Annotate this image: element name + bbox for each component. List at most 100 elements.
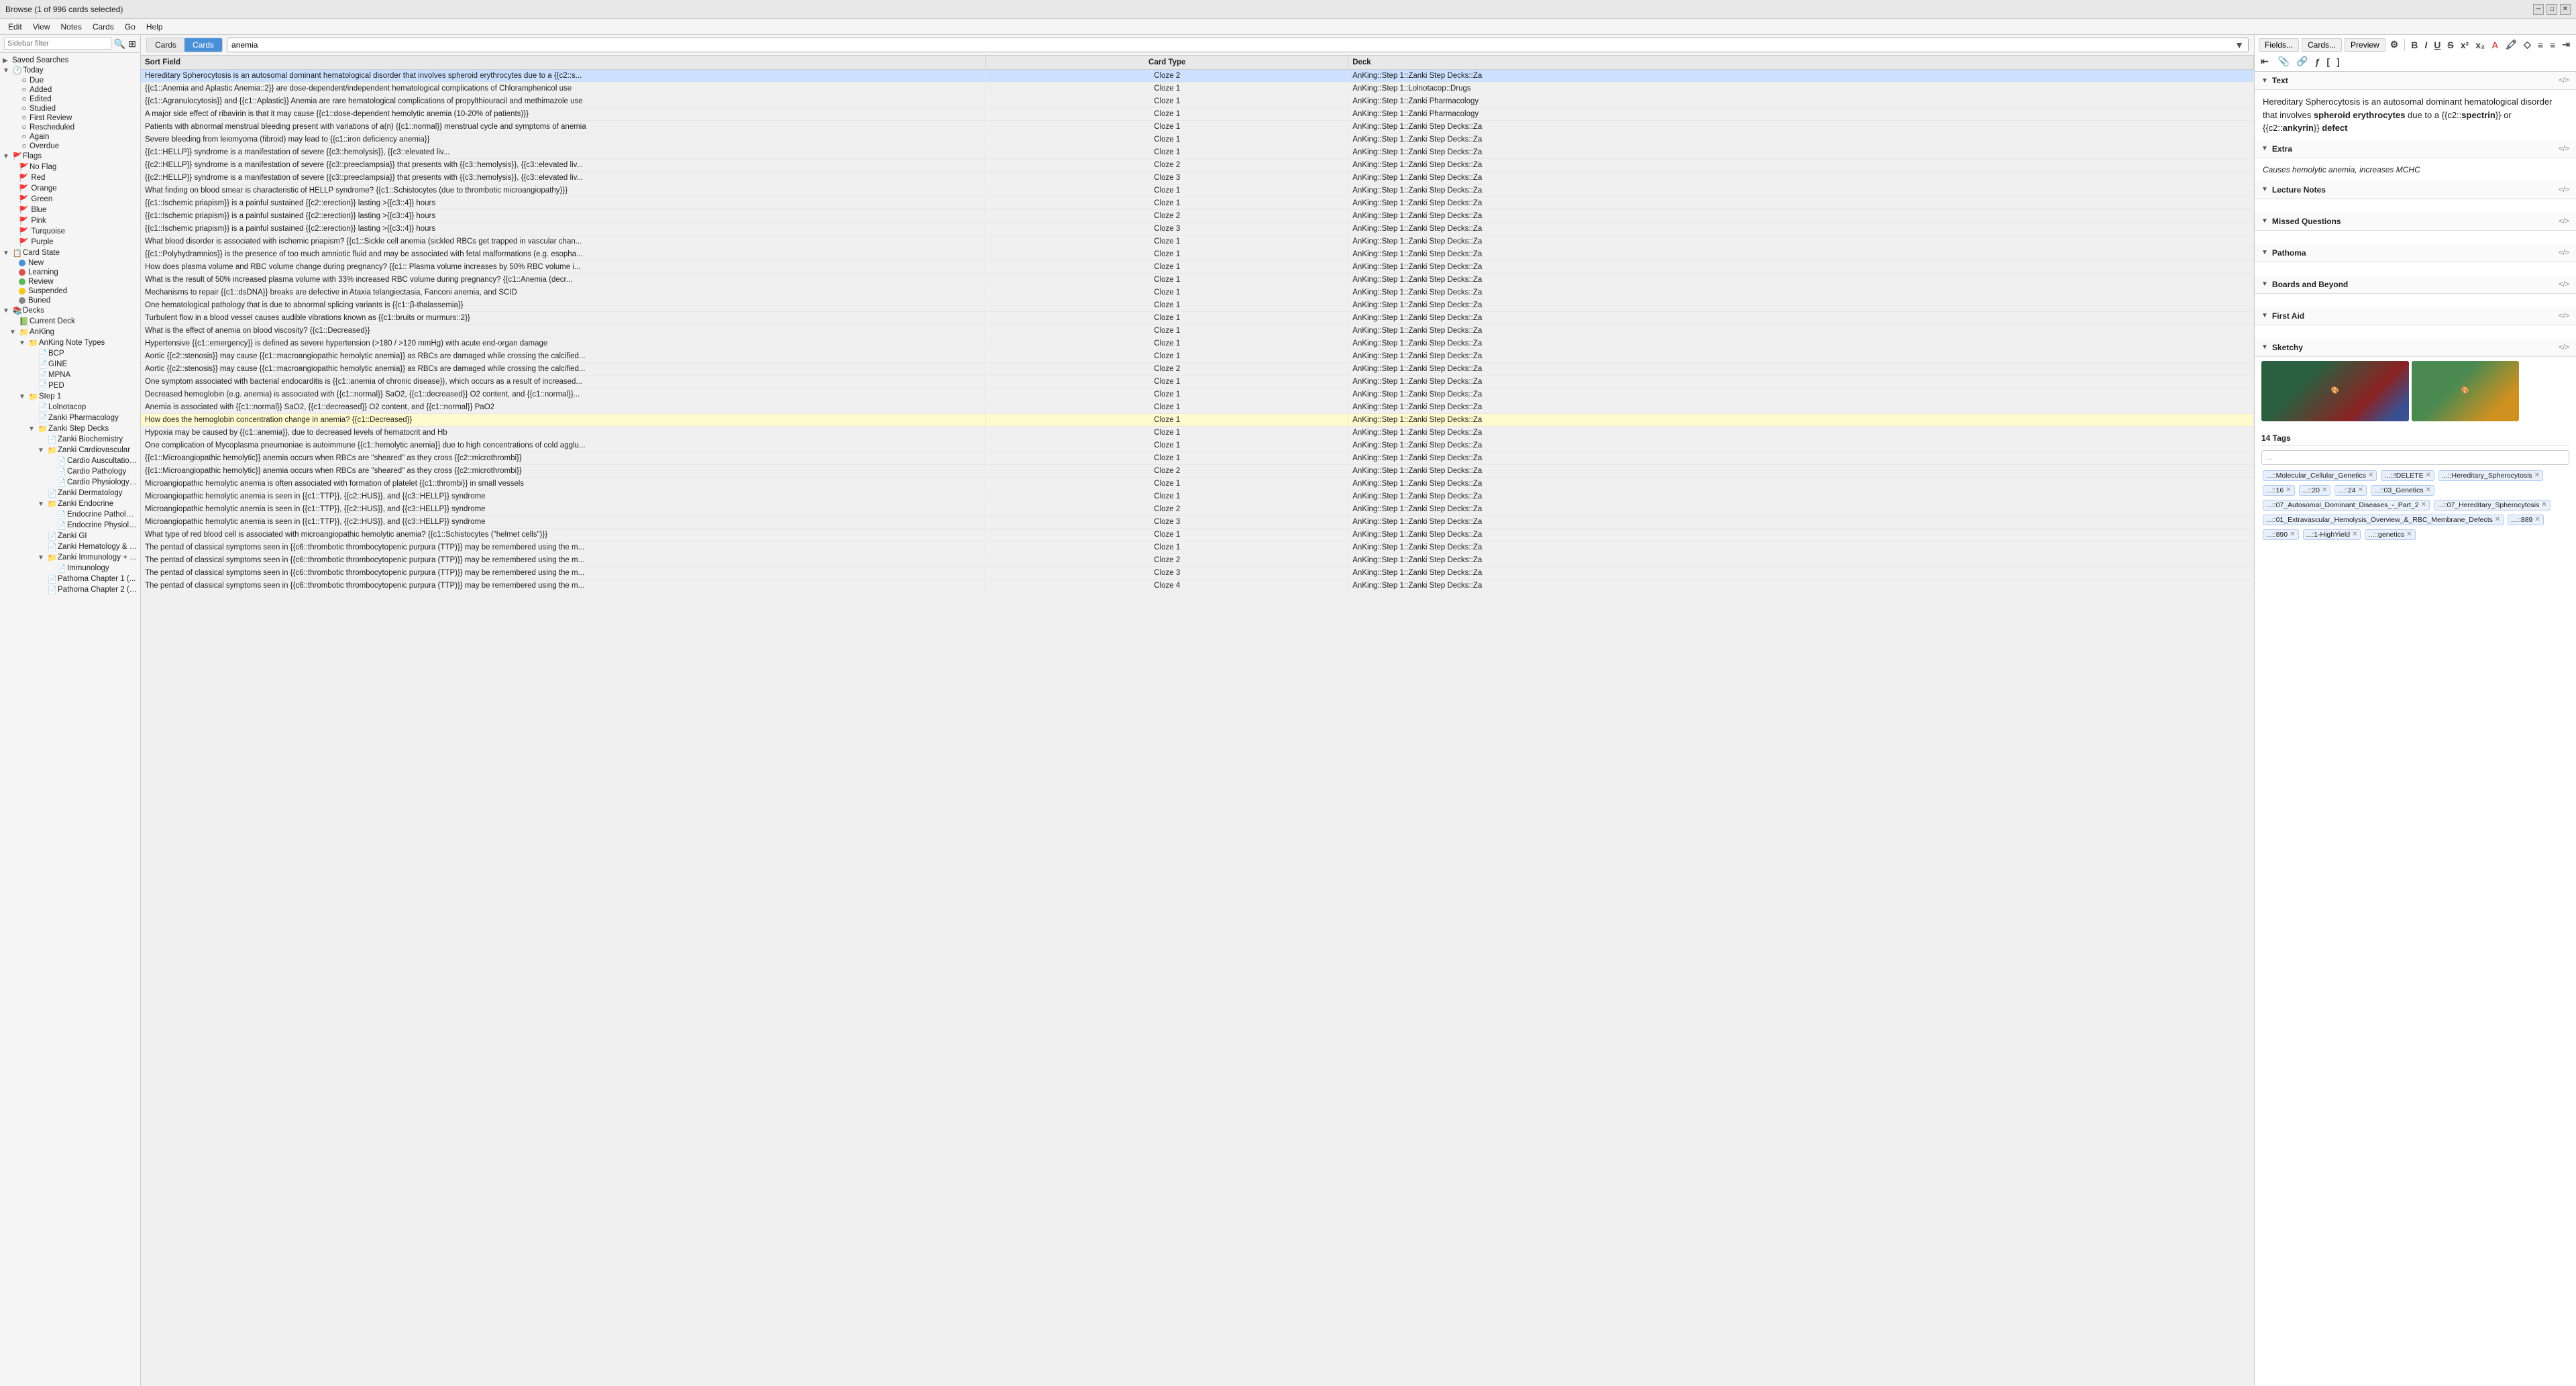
tag-chip[interactable]: ...::20✕	[2299, 485, 2331, 496]
table-row[interactable]: Hypoxia may be caused by {{c1::anemia}},…	[141, 427, 2254, 439]
tag-remove-icon[interactable]: ✕	[2368, 472, 2373, 479]
table-row[interactable]: Turbulent flow in a blood vessel causes …	[141, 312, 2254, 325]
list-unordered-icon[interactable]: ≡	[2548, 38, 2557, 52]
menu-cards[interactable]: Cards	[87, 21, 119, 33]
toggle-tab-left[interactable]: Cards	[147, 38, 184, 52]
sidebar-item-current-deck[interactable]: 📗 Current Deck	[0, 316, 140, 327]
sidebar-item-decks[interactable]: ▼ 📚 Decks	[0, 305, 140, 316]
fields-button[interactable]: Fields...	[2259, 38, 2299, 52]
table-row[interactable]: Microangiopathic hemolytic anemia is see…	[141, 490, 2254, 503]
sidebar-item-learning[interactable]: Learning	[0, 268, 140, 277]
sidebar-item-mpna[interactable]: 📄 MPNA	[0, 370, 140, 380]
table-row[interactable]: Microangiopathic hemolytic anemia is see…	[141, 503, 2254, 516]
tag-chip[interactable]: ...:1-HighYield✕	[2303, 529, 2361, 540]
menu-notes[interactable]: Notes	[55, 21, 87, 33]
table-row[interactable]: The pentad of classical symptoms seen in…	[141, 580, 2254, 592]
table-row[interactable]: Mechanisms to repair {{c1::dsDNA}} break…	[141, 286, 2254, 299]
sidebar-item-rescheduled[interactable]: ○ Rescheduled	[0, 123, 140, 132]
sidebar-item-green[interactable]: 🚩 Green	[0, 194, 140, 205]
minimize-button[interactable]: ─	[2533, 4, 2544, 15]
sidebar-item-turquoise[interactable]: 🚩 Turquoise	[0, 226, 140, 237]
extra-section-header[interactable]: ▼ Extra </>	[2255, 140, 2576, 158]
table-row[interactable]: Hereditary Spherocytosis is an autosomal…	[141, 70, 2254, 83]
sidebar-filter-input[interactable]	[4, 38, 111, 50]
sidebar-item-pink[interactable]: 🚩 Pink	[0, 215, 140, 226]
attach-icon[interactable]: 📎	[2276, 54, 2292, 68]
sidebar-item-endocrine-physiology[interactable]: 📄 Endocrine Physiology	[0, 520, 140, 531]
table-row[interactable]: Severe bleeding from leiomyoma (fibroid)…	[141, 134, 2254, 146]
list-ordered-icon[interactable]: ≡	[2536, 38, 2545, 52]
menu-go[interactable]: Go	[119, 21, 141, 33]
tag-remove-icon[interactable]: ✕	[2358, 486, 2363, 494]
search-dropdown-icon[interactable]: ▼	[2235, 40, 2244, 50]
maximize-button[interactable]: □	[2546, 4, 2557, 15]
sidebar-item-zanki-dermatology[interactable]: 📄 Zanki Dermatology	[0, 488, 140, 498]
sidebar-item-cardio-pathology[interactable]: 📄 Cardio Pathology	[0, 466, 140, 477]
table-row[interactable]: One symptom associated with bacterial en…	[141, 376, 2254, 388]
tag-chip[interactable]: ...::Molecular_Cellular_Genetics✕	[2263, 470, 2377, 481]
table-row[interactable]: Anemia is associated with {{c1::normal}}…	[141, 401, 2254, 414]
tag-chip[interactable]: ...::16✕	[2263, 485, 2295, 496]
first-aid-section-header[interactable]: ▼ First Aid </>	[2255, 307, 2576, 325]
text-section-header[interactable]: ▼ Text </>	[2255, 72, 2576, 90]
sidebar-item-due[interactable]: ○ Due	[0, 76, 140, 85]
filter-icon[interactable]: ⊞	[128, 38, 136, 50]
boards-beyond-section-header[interactable]: ▼ Boards and Beyond </>	[2255, 276, 2576, 294]
sidebar-item-gine[interactable]: 📄 GINE	[0, 359, 140, 370]
sidebar-item-today[interactable]: ▼ 🕐 Today	[0, 65, 140, 76]
sidebar-item-saved-searches[interactable]: ▶ Saved Searches	[0, 56, 140, 65]
sidebar-item-red[interactable]: 🚩 Red	[0, 172, 140, 183]
close-button[interactable]: ✕	[2560, 4, 2571, 15]
sidebar-item-zanki-cardiovascular[interactable]: ▼ 📁 Zanki Cardiovascular	[0, 445, 140, 456]
html-toggle-icon[interactable]: </>	[2559, 217, 2569, 225]
tag-chip[interactable]: ...::Hereditary_Spherocytosis✕	[2438, 470, 2543, 481]
table-row[interactable]: {{c1::HELLP}} syndrome is a manifestatio…	[141, 146, 2254, 159]
sidebar-item-lolnotacop[interactable]: 📄 Lolnotacop	[0, 402, 140, 413]
bracket-close-icon[interactable]: ]	[2334, 55, 2342, 68]
gear-icon[interactable]: ⚙	[2388, 38, 2401, 52]
table-row[interactable]: A major side effect of ribavirin is that…	[141, 108, 2254, 121]
table-row[interactable]: The pentad of classical symptoms seen in…	[141, 554, 2254, 567]
col-header-card-type[interactable]: Card Type	[986, 56, 1348, 70]
search-input[interactable]	[231, 40, 2235, 50]
sidebar-item-no-flag[interactable]: 🚩 No Flag	[0, 162, 140, 172]
table-row[interactable]: {{c1::Ischemic priapism}} is a painful s…	[141, 197, 2254, 210]
highlight-icon[interactable]: 🖍	[2503, 38, 2519, 52]
table-row[interactable]: Hypertensive {{c1::emergency}} is define…	[141, 337, 2254, 350]
table-row[interactable]: Microangiopathic hemolytic anemia is oft…	[141, 478, 2254, 490]
table-row[interactable]: How does plasma volume and RBC volume ch…	[141, 261, 2254, 274]
table-row[interactable]: {{c1::Polyhydramnios}} is the presence o…	[141, 248, 2254, 261]
menu-help[interactable]: Help	[141, 21, 168, 33]
cards-button[interactable]: Cards...	[2302, 38, 2342, 52]
tag-chip[interactable]: ...::889✕	[2508, 515, 2544, 525]
sidebar-item-zanki-gi[interactable]: 📄 Zanki GI	[0, 531, 140, 541]
sidebar-item-zanki-endocrine[interactable]: ▼ 📁 Zanki Endocrine	[0, 498, 140, 509]
tag-remove-icon[interactable]: ✕	[2421, 501, 2426, 509]
toggle-tab-right[interactable]: Cards	[184, 38, 222, 52]
table-row[interactable]: Aortic {{c2::stenosis}} may cause {{c1::…	[141, 350, 2254, 363]
math-icon[interactable]: ƒ	[2313, 55, 2322, 68]
pathoma-section-header[interactable]: ▼ Pathoma </>	[2255, 244, 2576, 262]
tag-chip[interactable]: ...::!DELETE✕	[2381, 470, 2434, 481]
sidebar-item-zanki-step-decks[interactable]: ▼ 📁 Zanki Step Decks	[0, 423, 140, 434]
tags-input-area[interactable]: ...	[2261, 450, 2569, 465]
table-row[interactable]: The pentad of classical symptoms seen in…	[141, 567, 2254, 580]
sidebar-item-new[interactable]: New	[0, 258, 140, 268]
link-icon[interactable]: 🔗	[2294, 54, 2310, 68]
tag-remove-icon[interactable]: ✕	[2352, 531, 2357, 538]
menu-edit[interactable]: Edit	[3, 21, 28, 33]
font-color-icon[interactable]: A	[2489, 38, 2500, 52]
sidebar-item-cardio-auscultation[interactable]: 📄 Cardio Auscultation S...	[0, 456, 140, 466]
table-row[interactable]: Aortic {{c2::stenosis}} may cause {{c1::…	[141, 363, 2254, 376]
table-row[interactable]: What blood disorder is associated with i…	[141, 235, 2254, 248]
tag-remove-icon[interactable]: ✕	[2322, 486, 2327, 494]
col-header-deck[interactable]: Deck	[1348, 56, 2254, 70]
table-row[interactable]: {{c1::Agranulocytosis}} and {{c1::Aplast…	[141, 95, 2254, 108]
html-toggle-icon[interactable]: </>	[2559, 343, 2569, 352]
bracket-open-icon[interactable]: [	[2324, 55, 2332, 68]
sidebar-item-zanki-immunology[interactable]: ▼ 📁 Zanki Immunology + Ge...	[0, 552, 140, 563]
table-row[interactable]: {{c2::HELLP}} syndrome is a manifestatio…	[141, 172, 2254, 184]
sidebar-item-overdue[interactable]: ○ Overdue	[0, 142, 140, 151]
table-row[interactable]: Decreased hemoglobin (e.g. anemia) is as…	[141, 388, 2254, 401]
table-row[interactable]: The pentad of classical symptoms seen in…	[141, 541, 2254, 554]
